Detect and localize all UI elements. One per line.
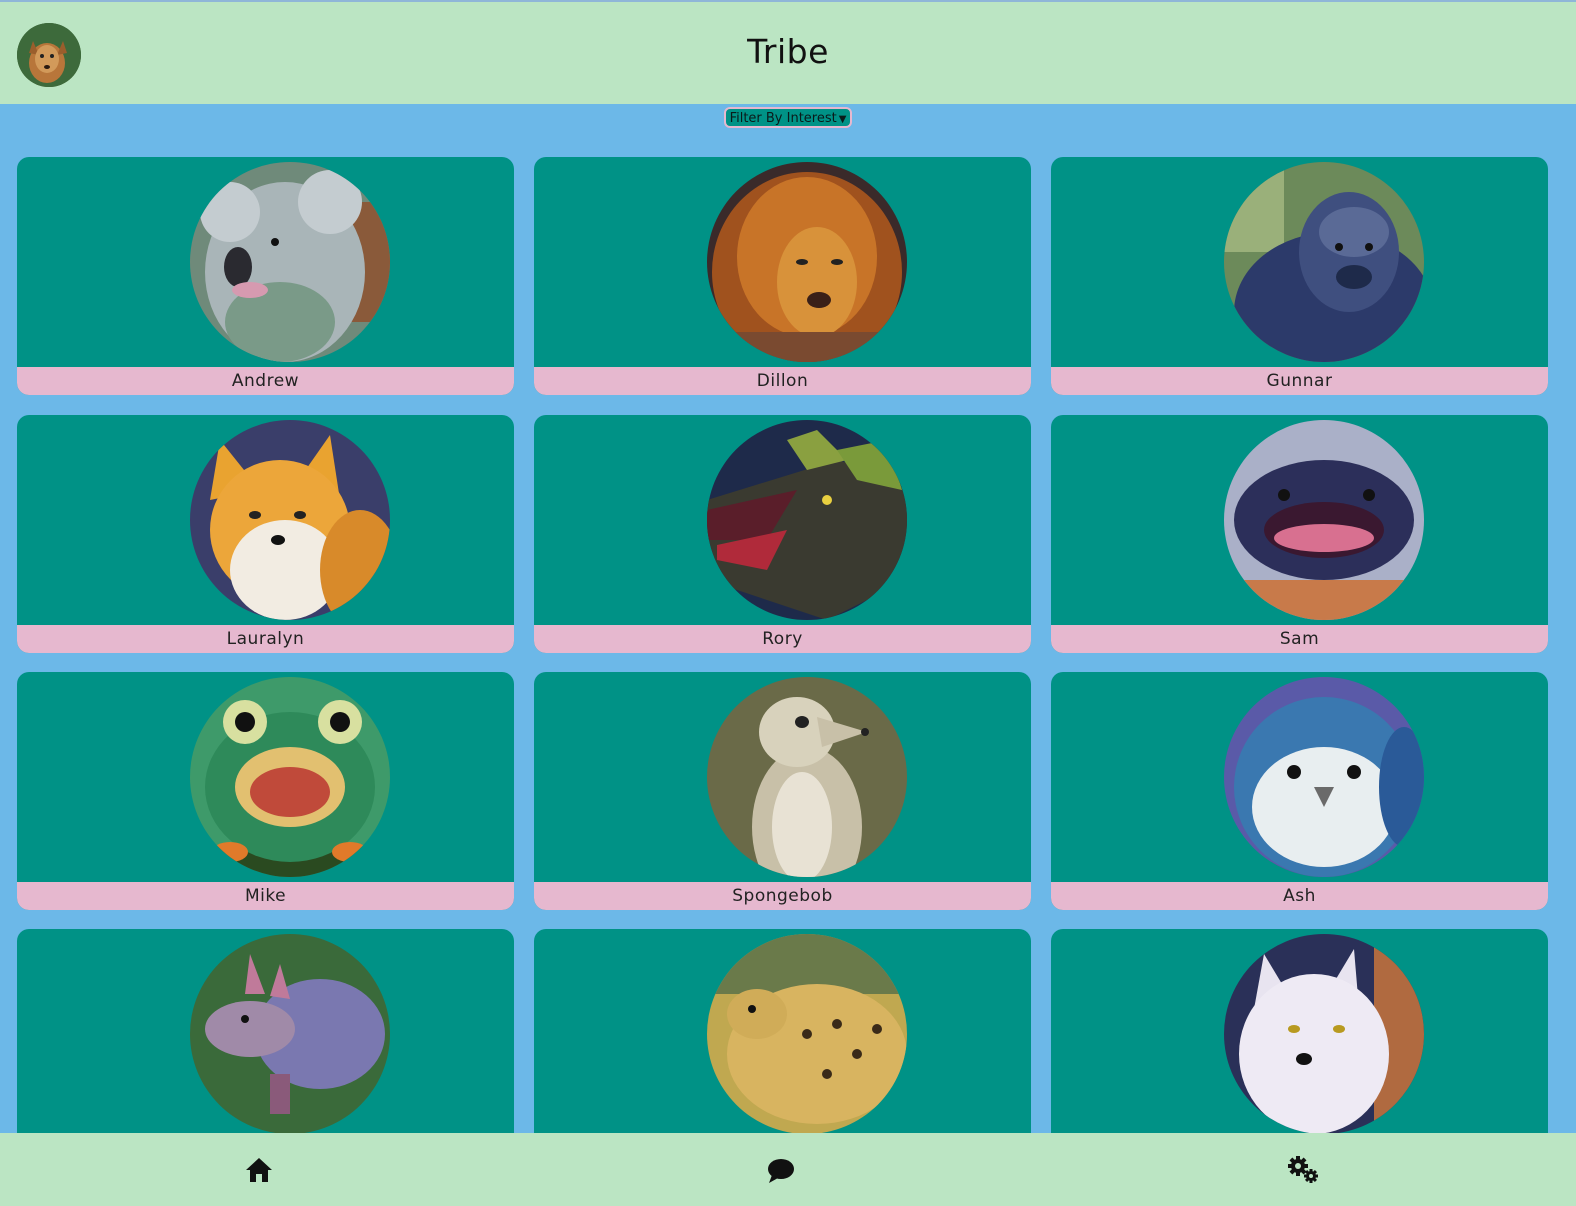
member-photo-frog xyxy=(190,677,390,877)
member-photo-koala xyxy=(190,162,390,362)
member-name: Dillon xyxy=(534,367,1031,395)
member-card[interactable]: Sam xyxy=(1051,415,1548,653)
member-photo-arctic-fox xyxy=(1224,934,1424,1134)
member-photo-fox xyxy=(190,420,390,620)
member-card[interactable]: Spongebob xyxy=(534,672,1031,910)
member-card[interactable]: Gunnar xyxy=(1051,157,1548,395)
member-photo-armadillo xyxy=(190,934,390,1134)
member-photo-lion xyxy=(707,162,907,362)
member-photo-meerkat xyxy=(707,677,907,877)
page-title: Tribe xyxy=(747,32,829,71)
member-name: Spongebob xyxy=(534,882,1031,910)
top-bar: Tribe xyxy=(0,0,1576,104)
member-card[interactable] xyxy=(1051,929,1548,1167)
member-photo-gorilla xyxy=(1224,162,1424,362)
member-name: Andrew xyxy=(17,367,514,395)
settings-icon[interactable] xyxy=(1287,1155,1321,1185)
member-card[interactable]: Ash xyxy=(1051,672,1548,910)
member-name: Ash xyxy=(1051,882,1548,910)
member-card[interactable]: Lauralyn xyxy=(17,415,514,653)
chat-icon[interactable] xyxy=(766,1155,796,1185)
member-name: Mike xyxy=(17,882,514,910)
bottom-nav xyxy=(0,1133,1576,1206)
member-photo-dragon xyxy=(707,420,907,620)
member-photo-bird xyxy=(1224,677,1424,877)
member-card[interactable]: Rory xyxy=(534,415,1031,653)
member-name: Gunnar xyxy=(1051,367,1548,395)
member-card[interactable]: Mike xyxy=(17,672,514,910)
member-photo-catfish xyxy=(1224,420,1424,620)
member-card[interactable] xyxy=(17,929,514,1167)
member-card[interactable]: Andrew xyxy=(17,157,514,395)
member-name: Sam xyxy=(1051,625,1548,653)
member-card[interactable] xyxy=(534,929,1031,1167)
home-icon[interactable] xyxy=(244,1155,274,1185)
member-name: Lauralyn xyxy=(17,625,514,653)
member-card[interactable]: Dillon xyxy=(534,157,1031,395)
chevron-down-icon: ▼ xyxy=(838,114,847,125)
filter-label: Filter By Interest xyxy=(729,111,837,126)
member-photo-cheetah xyxy=(707,934,907,1134)
member-name: Rory xyxy=(534,625,1031,653)
filter-container: Filter By Interest ▼ xyxy=(0,107,1576,128)
interest-filter-select[interactable]: Filter By Interest ▼ xyxy=(723,107,853,128)
